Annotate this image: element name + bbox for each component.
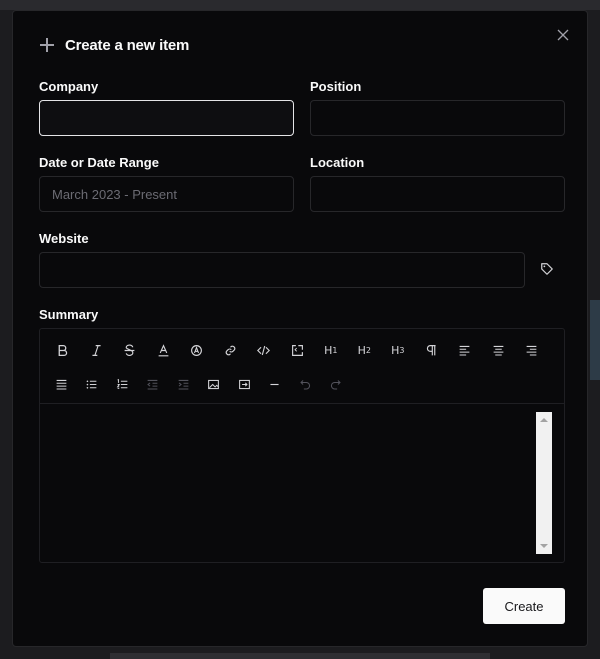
heading-2-label: H — [357, 343, 366, 357]
position-input[interactable] — [310, 100, 565, 136]
align-center-button[interactable] — [482, 335, 516, 365]
location-input[interactable] — [310, 176, 565, 212]
heading-3-button[interactable]: H3 — [381, 335, 415, 365]
horizontal-rule-button[interactable] — [260, 369, 291, 399]
highlight-icon — [191, 344, 203, 356]
code-block-button[interactable] — [281, 335, 315, 365]
bold-icon — [58, 344, 68, 356]
create-button[interactable]: Create — [483, 588, 565, 624]
embed-button[interactable] — [229, 369, 260, 399]
bullet-list-icon — [86, 379, 97, 389]
heading-2-button[interactable]: H2 — [348, 335, 382, 365]
align-center-icon — [493, 345, 504, 355]
toolbar-row-1: H1 H2 H3 — [46, 333, 558, 367]
summary-editor: H1 H2 H3 — [39, 328, 565, 563]
heading-1-label: H — [324, 343, 333, 357]
ordered-list-icon — [116, 378, 128, 389]
indent-icon — [178, 379, 189, 389]
scroll-down-icon[interactable] — [540, 544, 548, 548]
backdrop-bottom — [110, 653, 490, 659]
heading-1-button[interactable]: H1 — [314, 335, 348, 365]
highlight-button[interactable] — [180, 335, 214, 365]
paragraph-icon — [426, 344, 436, 355]
strikethrough-button[interactable] — [113, 335, 147, 365]
editor-toolbar: H1 H2 H3 — [40, 329, 564, 404]
code-button[interactable] — [247, 335, 281, 365]
paragraph-button[interactable] — [415, 335, 449, 365]
link-icon — [225, 345, 236, 355]
redo-button[interactable] — [321, 369, 352, 399]
heading-2-level: 2 — [365, 345, 371, 355]
tag-icon — [541, 263, 553, 275]
italic-button[interactable] — [80, 335, 114, 365]
code-block-icon — [291, 344, 303, 356]
undo-icon — [300, 379, 310, 389]
text-color-button[interactable] — [147, 335, 181, 365]
link-button[interactable] — [214, 335, 248, 365]
date-label: Date or Date Range — [39, 155, 159, 170]
editor-scrollbar[interactable] — [536, 412, 552, 554]
plus-icon — [39, 37, 55, 53]
align-left-icon — [459, 345, 470, 355]
embed-icon — [238, 379, 250, 389]
text-color-icon — [158, 343, 169, 356]
heading-3-label: H — [391, 343, 400, 357]
bullet-list-button[interactable] — [77, 369, 108, 399]
image-icon — [208, 379, 220, 389]
bold-button[interactable] — [46, 335, 80, 365]
close-button[interactable] — [555, 27, 571, 43]
company-input[interactable] — [39, 100, 294, 136]
redo-icon — [331, 379, 341, 389]
heading-3-level: 3 — [399, 345, 405, 355]
italic-icon — [92, 344, 101, 356]
align-justify-icon — [56, 379, 67, 389]
create-item-dialog: Create a new item Company Position Date … — [12, 10, 588, 647]
summary-content-area[interactable] — [40, 404, 564, 562]
code-icon — [257, 345, 271, 355]
scroll-up-icon[interactable] — [540, 418, 548, 422]
position-label: Position — [310, 79, 362, 94]
website-label: Website — [39, 231, 89, 246]
backdrop-top — [0, 0, 600, 10]
align-left-button[interactable] — [448, 335, 482, 365]
horizontal-rule-icon — [270, 383, 279, 385]
align-right-icon — [526, 345, 537, 355]
indent-button[interactable] — [168, 369, 199, 399]
align-justify-button[interactable] — [46, 369, 77, 399]
backdrop-right — [590, 300, 600, 380]
align-right-button[interactable] — [515, 335, 549, 365]
summary-label: Summary — [39, 307, 99, 322]
outdent-button[interactable] — [138, 369, 169, 399]
website-input[interactable] — [39, 252, 525, 288]
dialog-title: Create a new item — [65, 36, 190, 54]
ordered-list-button[interactable] — [107, 369, 138, 399]
heading-1-level: 1 — [332, 345, 338, 355]
company-label: Company — [39, 79, 99, 94]
toolbar-row-2 — [46, 367, 558, 401]
date-input[interactable] — [39, 176, 294, 212]
close-icon — [557, 29, 569, 41]
image-button[interactable] — [199, 369, 230, 399]
location-label: Location — [310, 155, 365, 170]
undo-button[interactable] — [290, 369, 321, 399]
outdent-icon — [147, 379, 158, 389]
website-tag-button[interactable] — [540, 262, 556, 278]
dialog-header: Create a new item — [39, 35, 189, 55]
strikethrough-icon — [124, 343, 135, 356]
